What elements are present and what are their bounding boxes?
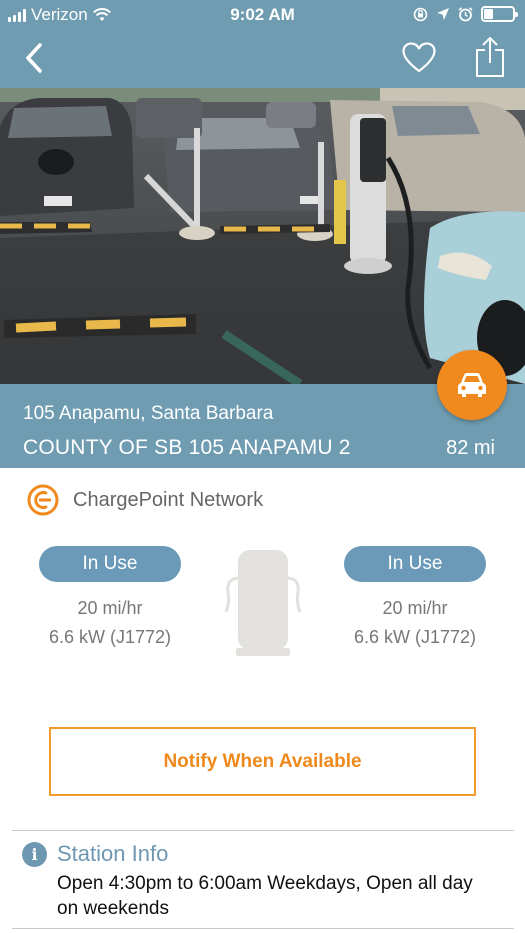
station-photo[interactable] [0, 88, 525, 384]
station-hours: Open 4:30pm to 6:00am Weekdays, Open all… [57, 873, 473, 919]
port-right: In Use 20 mi/hr 6.6 kW (J1772) [344, 546, 486, 648]
port-speed: 20 mi/hr [77, 598, 143, 618]
app-header: Verizon 9:02 AM [0, 0, 525, 88]
port-status-badge: In Use [39, 546, 181, 582]
car-icon [458, 373, 486, 397]
port-speed: 20 mi/hr [382, 598, 448, 618]
directions-car-button[interactable] [437, 350, 507, 420]
orientation-lock-icon [413, 7, 428, 21]
port-left: In Use 20 mi/hr 6.6 kW (J1772) [39, 546, 181, 648]
section-divider [12, 830, 514, 831]
battery-icon [481, 6, 518, 22]
chevron-left-icon [26, 43, 42, 73]
parking-lot-illustration [0, 88, 525, 384]
status-bar: Verizon 9:02 AM [0, 0, 525, 30]
station-name: COUNTY OF SB 105 ANAPAMU 2 [23, 436, 351, 459]
favorite-button[interactable] [401, 40, 437, 76]
section-divider [12, 928, 514, 929]
share-icon [476, 37, 504, 77]
station-address: 105 Anapamu, Santa Barbara [23, 403, 274, 424]
port-power: 6.6 kW (J1772) [48, 627, 172, 647]
alarm-icon [458, 6, 473, 21]
station-distance: 82 mi [446, 437, 495, 459]
port-status-badge: In Use [344, 546, 486, 582]
port-power: 6.6 kW (J1772) [353, 627, 477, 647]
back-button[interactable] [18, 38, 50, 78]
heart-outline-icon [402, 42, 436, 73]
station-info-title: Station Info [57, 841, 169, 866]
location-arrow-icon [437, 8, 449, 20]
network-name: ChargePoint Network [73, 488, 264, 511]
charger-station-icon [224, 550, 302, 656]
share-button[interactable] [475, 36, 505, 78]
notify-when-available-button[interactable]: Notify When Available [49, 727, 476, 796]
chargepoint-logo-icon [27, 484, 59, 516]
status-right [413, 6, 518, 22]
info-icon: i [22, 842, 47, 867]
network-row: ChargePoint Network [26, 484, 263, 516]
